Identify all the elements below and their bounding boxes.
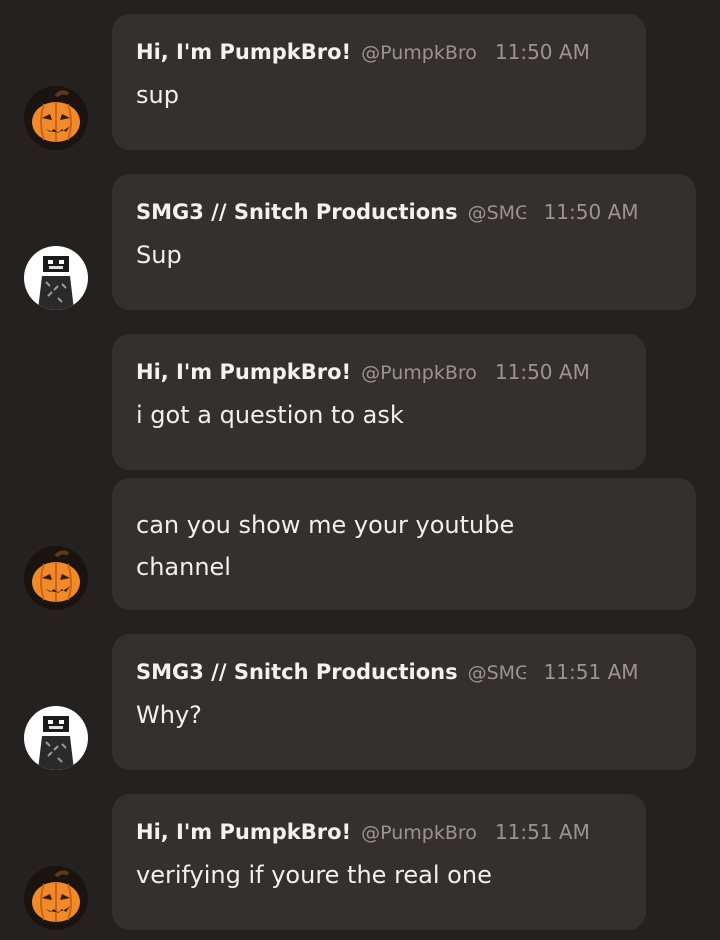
smg3-avatar[interactable] xyxy=(24,706,88,770)
smg3-icon xyxy=(24,246,88,310)
message-timestamp: 11:51 AM xyxy=(543,660,639,684)
message-bubble[interactable]: Hi, I'm PumpkBro! @PumpkBro 11:50 AM sup xyxy=(112,14,646,150)
message-text: Why? xyxy=(136,701,202,729)
message-header: SMG3 // Snitch Productions @SMG3 11:51 A… xyxy=(136,660,672,692)
author-name[interactable]: Hi, I'm PumpkBro! xyxy=(136,360,351,384)
author-handle[interactable]: @PumpkBro xyxy=(361,362,477,384)
message-text: i got a question to ask xyxy=(136,401,404,429)
message-bubble[interactable]: can you show me your youtube channel xyxy=(112,478,696,610)
message-header: Hi, I'm PumpkBro! @PumpkBro 11:51 AM xyxy=(136,820,622,852)
pumpkin-avatar[interactable] xyxy=(24,546,88,610)
pumpkin-avatar[interactable] xyxy=(24,86,88,150)
message-header: Hi, I'm PumpkBro! @PumpkBro 11:50 AM xyxy=(136,40,622,72)
author-handle[interactable]: @SMG3 xyxy=(468,662,526,684)
author-handle[interactable]: @SMG3 xyxy=(468,202,526,224)
author-name[interactable]: SMG3 // Snitch Productions xyxy=(136,660,458,684)
author-name[interactable]: Hi, I'm PumpkBro! xyxy=(136,40,351,64)
message-header: SMG3 // Snitch Productions @SMG3 11:50 A… xyxy=(136,200,672,232)
author-name[interactable]: SMG3 // Snitch Productions xyxy=(136,200,458,224)
message-bubble[interactable]: Hi, I'm PumpkBro! @PumpkBro 11:50 AM i g… xyxy=(112,334,646,470)
message-text: verifying if youre the real one xyxy=(136,861,492,889)
smg3-icon xyxy=(24,706,88,770)
message-text: sup xyxy=(136,81,179,109)
pumpkin-icon xyxy=(24,546,88,610)
message-timestamp: 11:50 AM xyxy=(494,40,590,64)
message-bubble[interactable]: SMG3 // Snitch Productions @SMG3 11:50 A… xyxy=(112,174,696,310)
message-bubble[interactable]: Hi, I'm PumpkBro! @PumpkBro 11:51 AM ver… xyxy=(112,794,646,930)
smg3-avatar[interactable] xyxy=(24,246,88,310)
message-timestamp: 11:51 AM xyxy=(494,820,590,844)
author-name[interactable]: Hi, I'm PumpkBro! xyxy=(136,820,351,844)
message-bubble[interactable]: SMG3 // Snitch Productions @SMG3 11:51 A… xyxy=(112,634,696,770)
message-header: Hi, I'm PumpkBro! @PumpkBro 11:50 AM xyxy=(136,360,622,392)
message-timestamp: 11:50 AM xyxy=(494,360,590,384)
author-handle[interactable]: @PumpkBro xyxy=(361,822,477,844)
author-handle[interactable]: @PumpkBro xyxy=(361,42,477,64)
message-text: Sup xyxy=(136,241,182,269)
pumpkin-avatar[interactable] xyxy=(24,866,88,930)
pumpkin-icon xyxy=(24,866,88,930)
pumpkin-icon xyxy=(24,86,88,150)
message-timestamp: 11:50 AM xyxy=(543,200,639,224)
message-text: can you show me your youtube channel xyxy=(136,511,515,581)
